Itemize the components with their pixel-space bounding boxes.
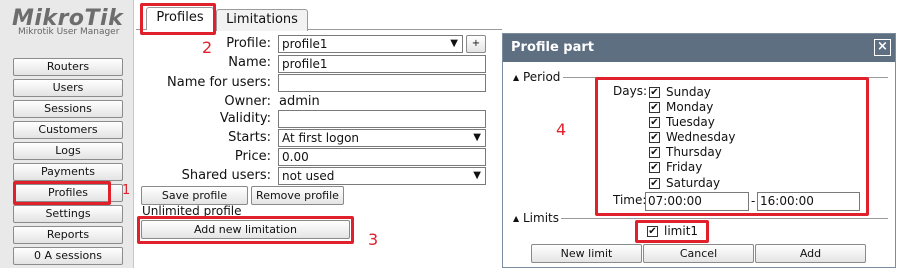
remove-profile-button[interactable]: Remove profile	[251, 186, 344, 205]
highlight-profiles-nav	[13, 181, 111, 205]
dropdown-arrow-icon: ▼	[473, 170, 481, 181]
tab-limitations[interactable]: Limitations	[216, 9, 308, 31]
add-button[interactable]: Add	[755, 244, 866, 263]
limits-divider	[561, 218, 888, 219]
starts-select-value: At first logon	[282, 131, 360, 145]
owner-value: admin	[279, 94, 320, 109]
sidebar-item-reports[interactable]: Reports	[13, 226, 123, 244]
price-label: Price:	[234, 149, 271, 164]
profile-select-value: profile1	[282, 37, 328, 51]
cancel-button[interactable]: Cancel	[643, 244, 754, 263]
annotation-number-1: 1	[122, 183, 131, 198]
limits-section-header[interactable]: ▲ Limits	[513, 211, 559, 225]
dialog-title-text: Profile part	[511, 40, 595, 55]
highlight-add-limitation	[137, 216, 354, 244]
owner-label: Owner:	[224, 94, 271, 109]
annotation-number-3: 3	[368, 230, 379, 249]
save-profile-button[interactable]: Save profile	[141, 186, 248, 205]
sidebar-item-payments[interactable]: Payments	[13, 163, 123, 181]
sidebar: MikroTik Mikrotik User Manager Routers U…	[0, 0, 134, 268]
name-input[interactable]: profile1	[278, 55, 486, 73]
highlight-limit1	[635, 220, 709, 243]
starts-select[interactable]: At first logon ▼	[278, 129, 486, 147]
logo-subtitle: Mikrotik User Manager	[18, 27, 120, 37]
sidebar-item-customers[interactable]: Customers	[13, 121, 123, 139]
sidebar-item-logs[interactable]: Logs	[13, 142, 123, 160]
highlight-period-settings	[595, 77, 869, 216]
sidebar-item-sessions[interactable]: Sessions	[13, 100, 123, 118]
validity-label: Validity:	[219, 111, 271, 126]
name-label: Name:	[228, 55, 271, 70]
validity-input[interactable]	[278, 110, 486, 128]
name-for-users-input[interactable]	[278, 74, 486, 92]
shared-users-select[interactable]: not used ▼	[278, 167, 486, 185]
sidebar-item-settings[interactable]: Settings	[13, 205, 123, 223]
shared-users-label: Shared users:	[181, 168, 271, 183]
price-input[interactable]: 0.00	[278, 148, 486, 166]
shared-users-select-value: not used	[282, 169, 335, 183]
period-label: Period	[522, 70, 561, 84]
collapse-triangle-icon: ▲	[513, 73, 520, 82]
annotation-number-4: 4	[556, 120, 567, 139]
dropdown-arrow-icon: ▼	[473, 132, 481, 143]
sidebar-item-users[interactable]: Users	[13, 79, 123, 97]
profile-part-dialog: Profile part × ▲ Period Days: ✔ Sunday ✔ M…	[502, 33, 896, 268]
add-profile-button[interactable]: +	[466, 35, 486, 53]
starts-label: Starts:	[228, 130, 271, 145]
new-limit-button[interactable]: New limit	[531, 244, 642, 263]
highlight-profiles-tab	[140, 3, 216, 35]
sidebar-item-active-sessions[interactable]: 0 A sessions	[13, 247, 123, 265]
close-icon[interactable]: ×	[874, 39, 891, 56]
dialog-title: Profile part ×	[503, 34, 895, 62]
limits-label: Limits	[522, 211, 559, 225]
name-for-users-label: Name for users:	[167, 75, 271, 90]
dropdown-arrow-icon: ▼	[450, 38, 458, 49]
collapse-triangle-icon: ▲	[513, 214, 520, 223]
sidebar-item-routers[interactable]: Routers	[13, 58, 123, 76]
profile-label: Profile:	[226, 36, 271, 51]
profile-select[interactable]: profile1 ▼	[278, 35, 463, 53]
period-section-header[interactable]: ▲ Period	[513, 70, 560, 84]
